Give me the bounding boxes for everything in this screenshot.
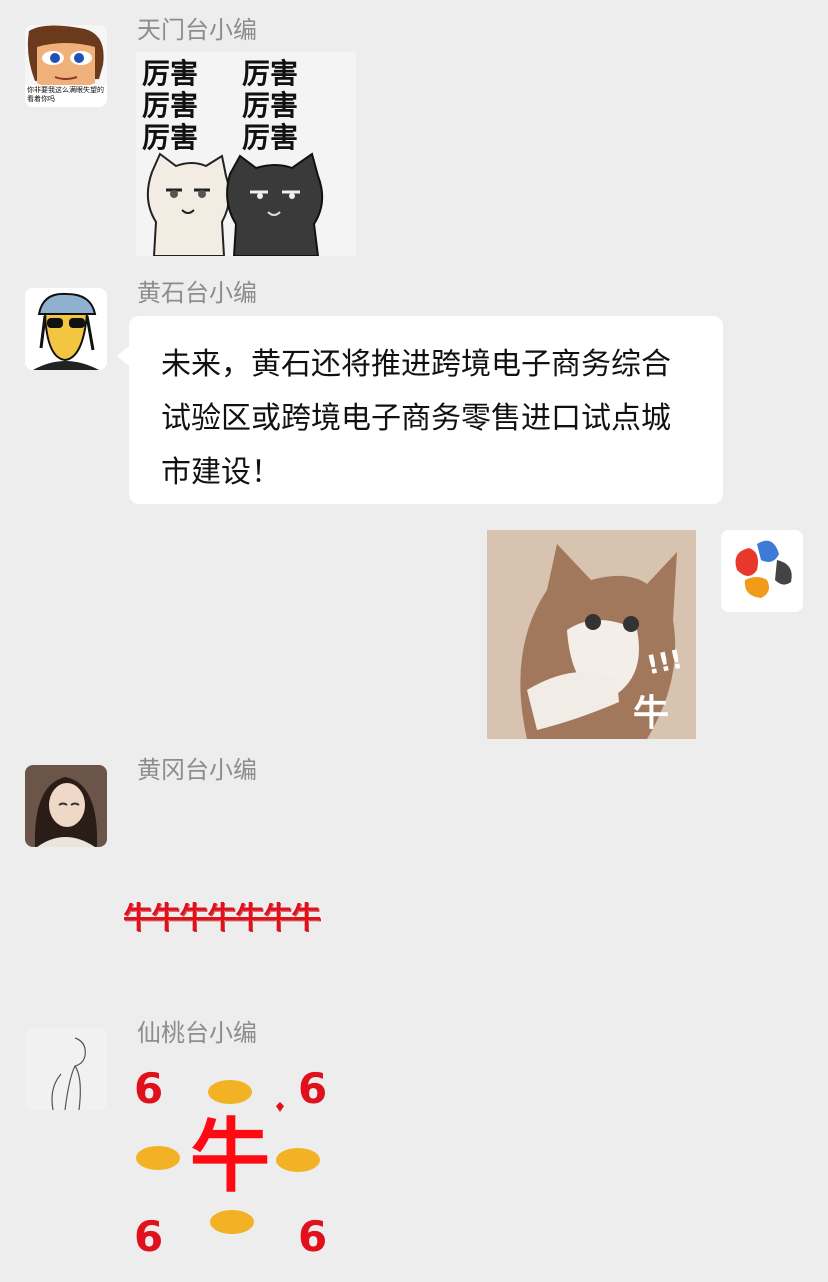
sender-name: 天门台小编 — [137, 16, 257, 44]
sticker-lihai-cats[interactable]: 厉害 厉害 厉害 厉害 厉害 厉害 — [136, 52, 356, 256]
avatar-huanggang[interactable] — [25, 765, 107, 847]
avatar-tianmen[interactable]: 你非要我这么满眼失望的看着你吗 — [25, 25, 107, 107]
sticker-word: 厉害 — [242, 57, 299, 90]
sender-name: 黄冈台小编 — [137, 756, 257, 784]
sticker-cat-niu[interactable]: !!! 牛 — [487, 530, 696, 739]
sticker-word: 厉害 — [242, 89, 299, 122]
hat-person-icon — [25, 288, 107, 370]
avatar-caption: 你非要我这么满眼失望的看着你吗 — [27, 86, 104, 103]
sketch-figure-icon — [25, 1028, 107, 1110]
sticker-word: 厉害 — [242, 121, 299, 154]
sticker-word: 厉害 — [142, 121, 199, 154]
sticker-niu-six[interactable]: 6 6 6 6 牛 — [130, 1062, 336, 1268]
avatar-self-logo[interactable] — [721, 530, 803, 612]
two-cats-icon — [146, 152, 324, 256]
sticker-niu-row[interactable]: 牛牛牛牛牛牛牛 — [123, 893, 321, 937]
sender-name: 仙桃台小编 — [137, 1019, 257, 1047]
sticker-niu-text: 牛 — [633, 693, 670, 734]
logo-icon — [721, 530, 803, 612]
sender-name: 黄石台小编 — [137, 279, 257, 307]
sticker-niu-text: 牛 — [190, 1110, 270, 1203]
message-bubble[interactable]: 未来，黄石还将推进跨境电子商务综合试验区或跨境电子商务零售进口试点城市建设！ — [129, 316, 723, 504]
avatar-huangshi[interactable] — [25, 288, 107, 370]
sticker-word: 厉害 — [142, 57, 199, 90]
sticker-word: 厉害 — [142, 89, 199, 122]
person-photo-icon — [25, 765, 107, 847]
avatar-xiantao[interactable] — [25, 1028, 107, 1110]
